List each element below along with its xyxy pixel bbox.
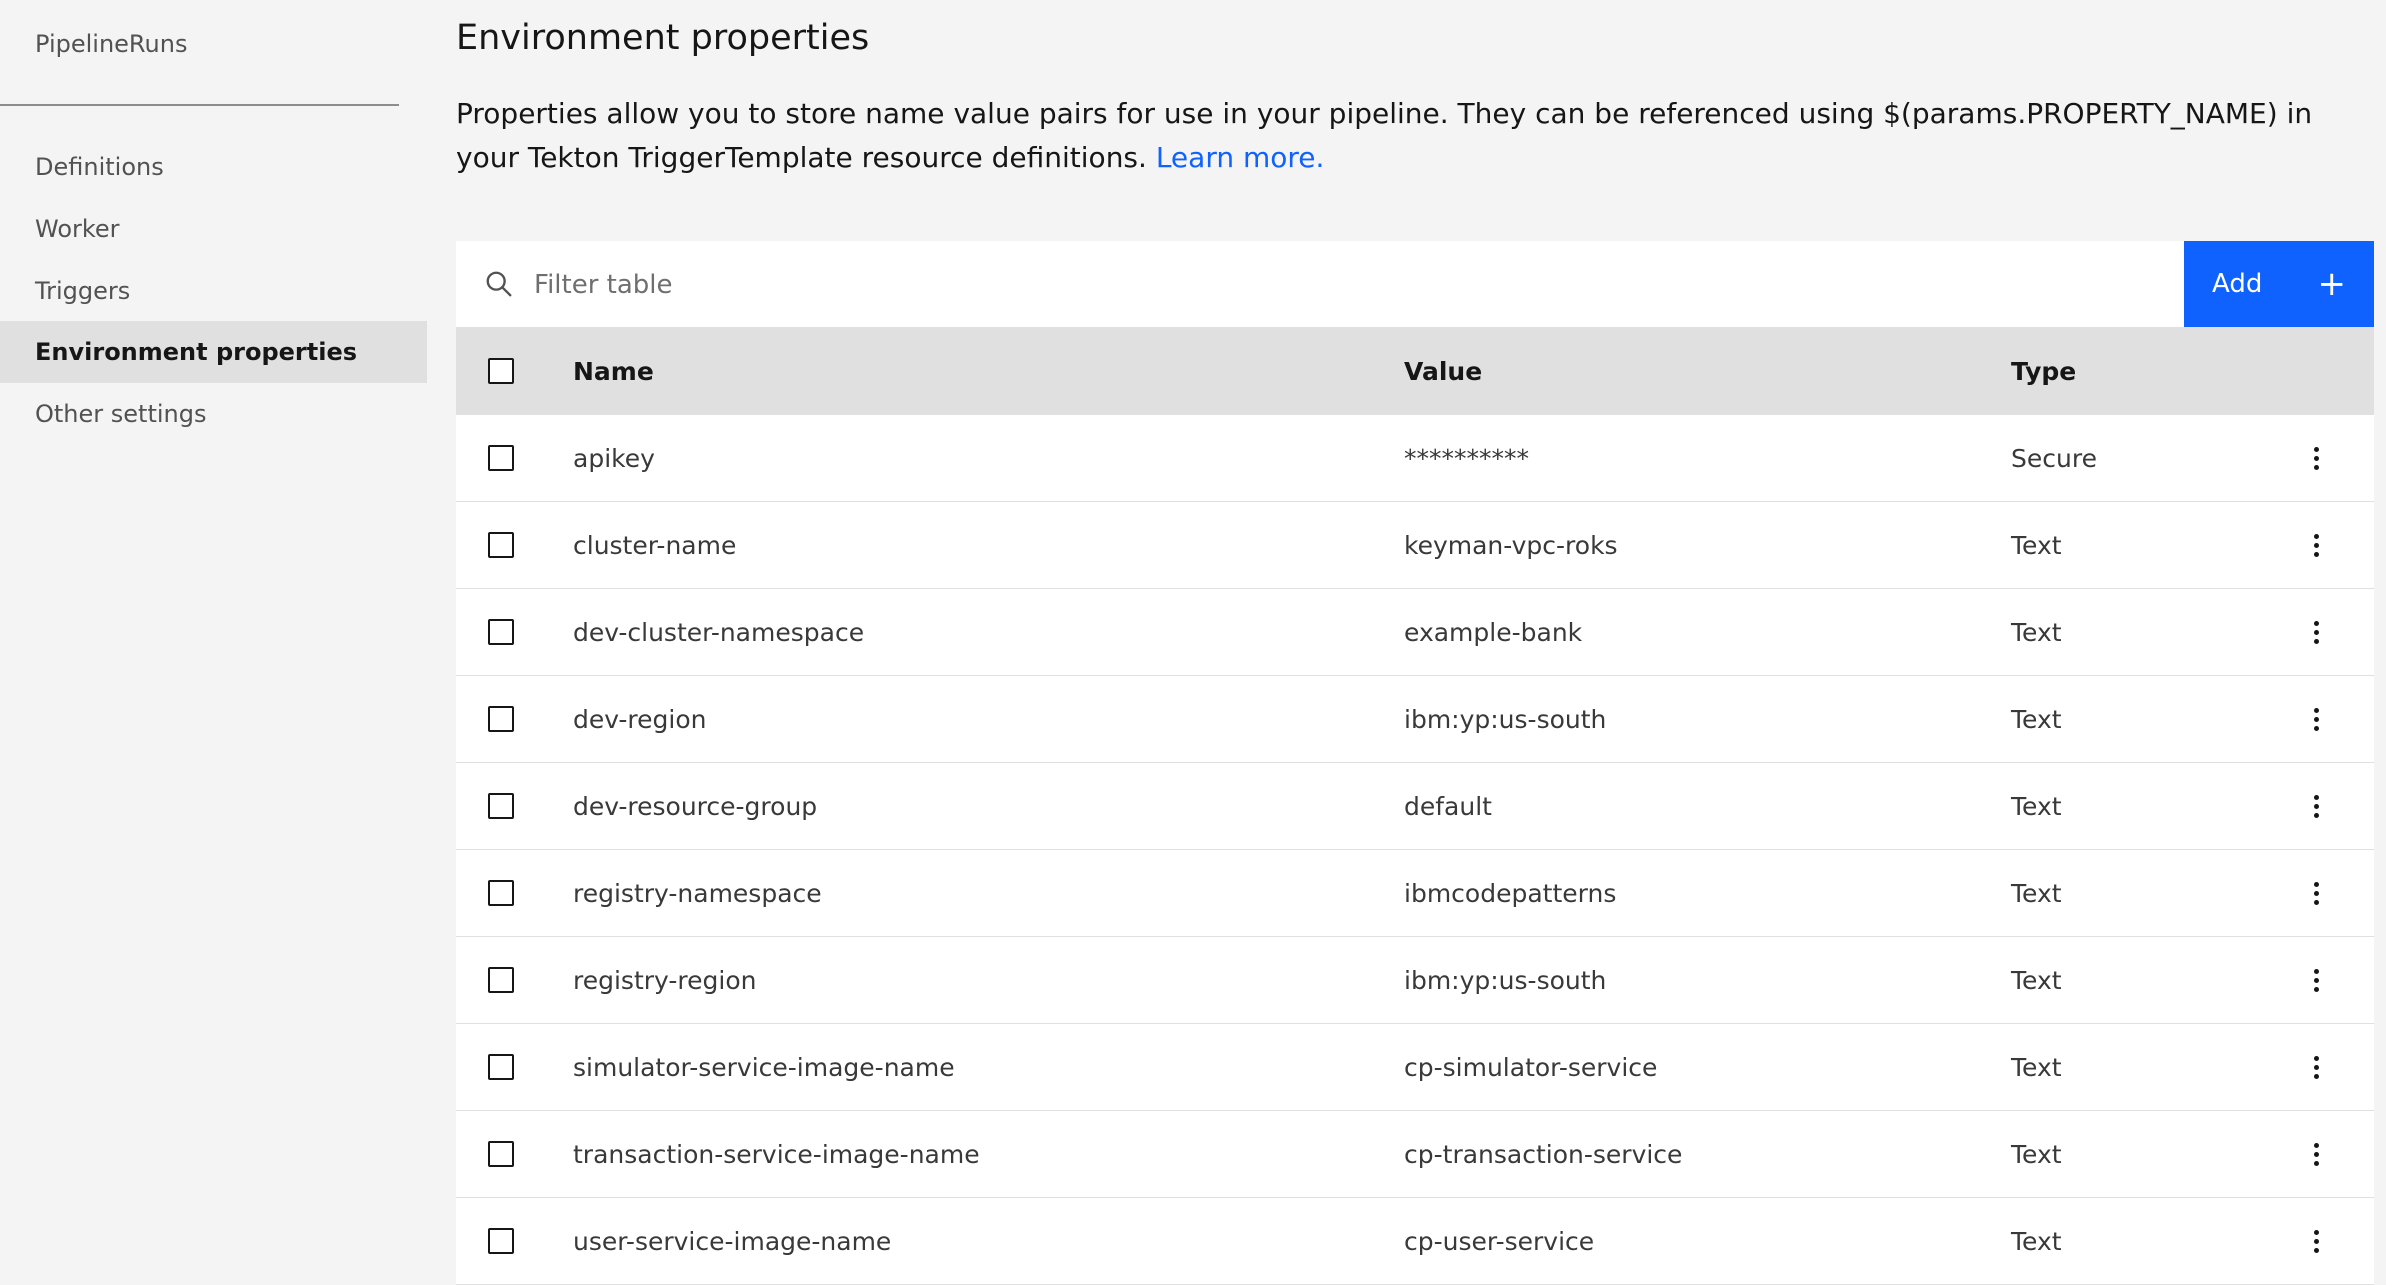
overflow-menu-icon[interactable]: [2308, 441, 2325, 476]
description-text: Properties allow you to store name value…: [456, 97, 2313, 174]
row-value: cp-transaction-service: [1404, 1139, 1683, 1169]
row-value: cp-simulator-service: [1404, 1052, 1658, 1082]
table-row[interactable]: simulator-service-image-name cp-simulator…: [456, 1024, 2374, 1111]
row-type: Text: [2011, 878, 2062, 908]
header-value[interactable]: Value: [1404, 327, 1482, 415]
row-value: ibm:yp:us-south: [1404, 965, 1607, 995]
learn-more-link[interactable]: Learn more.: [1156, 141, 1325, 174]
row-type: Text: [2011, 1139, 2062, 1169]
page-title: Environment properties: [456, 18, 870, 58]
row-value: cp-user-service: [1404, 1226, 1595, 1256]
row-value: **********: [1404, 443, 1529, 473]
table-body: apikey ********** Secure cluster-name keyman…: [456, 415, 2374, 1285]
table-row[interactable]: registry-region ibm:yp:us-south Text: [456, 937, 2374, 1024]
row-checkbox[interactable]: [488, 1228, 514, 1254]
overflow-menu-icon[interactable]: [2308, 1137, 2325, 1172]
overflow-menu-icon[interactable]: [2308, 789, 2325, 824]
overflow-menu-icon[interactable]: [2308, 963, 2325, 998]
overflow-menu-icon[interactable]: [2308, 1224, 2325, 1259]
sidebar-item-worker[interactable]: Worker: [0, 198, 427, 260]
row-name: cluster-name: [573, 530, 737, 560]
header-name[interactable]: Name: [573, 327, 654, 415]
row-value: example-bank: [1404, 617, 1583, 647]
overflow-menu-icon[interactable]: [2308, 615, 2325, 650]
row-checkbox[interactable]: [488, 619, 514, 645]
row-name: dev-resource-group: [573, 791, 818, 821]
row-value: ibmcodepatterns: [1404, 878, 1617, 908]
row-type: Text: [2011, 1052, 2062, 1082]
table-header: Name Value Type: [456, 327, 2374, 415]
sidebar-item-environment-properties[interactable]: Environment properties: [0, 321, 427, 383]
filter-input[interactable]: [532, 259, 1836, 311]
sidebar-item-triggers[interactable]: Triggers: [0, 260, 427, 322]
row-type: Text: [2011, 965, 2062, 995]
table-row[interactable]: dev-cluster-namespace example-bank Text: [456, 589, 2374, 676]
table-row[interactable]: transaction-service-image-name cp-transac…: [456, 1111, 2374, 1198]
row-name: transaction-service-image-name: [573, 1139, 980, 1169]
sidebar: PipelineRuns Definitions Worker Triggers…: [0, 0, 427, 1284]
row-checkbox[interactable]: [488, 793, 514, 819]
row-type: Text: [2011, 704, 2062, 734]
table-row[interactable]: apikey ********** Secure: [456, 415, 2374, 502]
sidebar-title[interactable]: PipelineRuns: [35, 30, 187, 58]
row-checkbox[interactable]: [488, 967, 514, 993]
row-value: keyman-vpc-roks: [1404, 530, 1618, 560]
row-name: simulator-service-image-name: [573, 1052, 955, 1082]
row-type: Text: [2011, 791, 2062, 821]
properties-table: Name Value Type apikey ********** Secure cl…: [456, 327, 2374, 1285]
add-button-label: Add: [2212, 269, 2263, 299]
overflow-menu-icon[interactable]: [2308, 702, 2325, 737]
overflow-menu-icon[interactable]: [2308, 528, 2325, 563]
table-row[interactable]: registry-namespace ibmcodepatterns Text: [456, 850, 2374, 937]
row-name: dev-cluster-namespace: [573, 617, 865, 647]
table-row[interactable]: user-service-image-name cp-user-service Te…: [456, 1198, 2374, 1285]
row-name: apikey: [573, 443, 655, 473]
row-checkbox[interactable]: [488, 1141, 514, 1167]
plus-icon: +: [2317, 264, 2347, 304]
sidebar-item-other-settings[interactable]: Other settings: [0, 383, 427, 445]
overflow-menu-icon[interactable]: [2308, 1050, 2325, 1085]
row-type: Secure: [2011, 443, 2097, 473]
table-toolbar: Add +: [456, 241, 2374, 327]
row-checkbox[interactable]: [488, 1054, 514, 1080]
row-value: ibm:yp:us-south: [1404, 704, 1607, 734]
search-icon: [486, 271, 512, 297]
row-checkbox[interactable]: [488, 706, 514, 732]
overflow-menu-icon[interactable]: [2308, 876, 2325, 911]
row-type: Text: [2011, 530, 2062, 560]
table-row[interactable]: dev-region ibm:yp:us-south Text: [456, 676, 2374, 763]
table-row[interactable]: cluster-name keyman-vpc-roks Text: [456, 502, 2374, 589]
row-checkbox[interactable]: [488, 532, 514, 558]
row-name: dev-region: [573, 704, 707, 734]
row-name: user-service-image-name: [573, 1226, 892, 1256]
sidebar-item-definitions[interactable]: Definitions: [0, 136, 427, 198]
row-value: default: [1404, 791, 1492, 821]
row-name: registry-namespace: [573, 878, 822, 908]
row-checkbox[interactable]: [488, 445, 514, 471]
sidebar-divider: [0, 104, 399, 106]
select-all-checkbox[interactable]: [488, 358, 514, 384]
header-type[interactable]: Type: [2011, 327, 2076, 415]
table-row[interactable]: dev-resource-group default Text: [456, 763, 2374, 850]
row-checkbox[interactable]: [488, 880, 514, 906]
row-type: Text: [2011, 617, 2062, 647]
row-name: registry-region: [573, 965, 757, 995]
add-button[interactable]: Add +: [2184, 241, 2374, 327]
page-description: Properties allow you to store name value…: [456, 92, 2346, 180]
row-type: Text: [2011, 1226, 2062, 1256]
